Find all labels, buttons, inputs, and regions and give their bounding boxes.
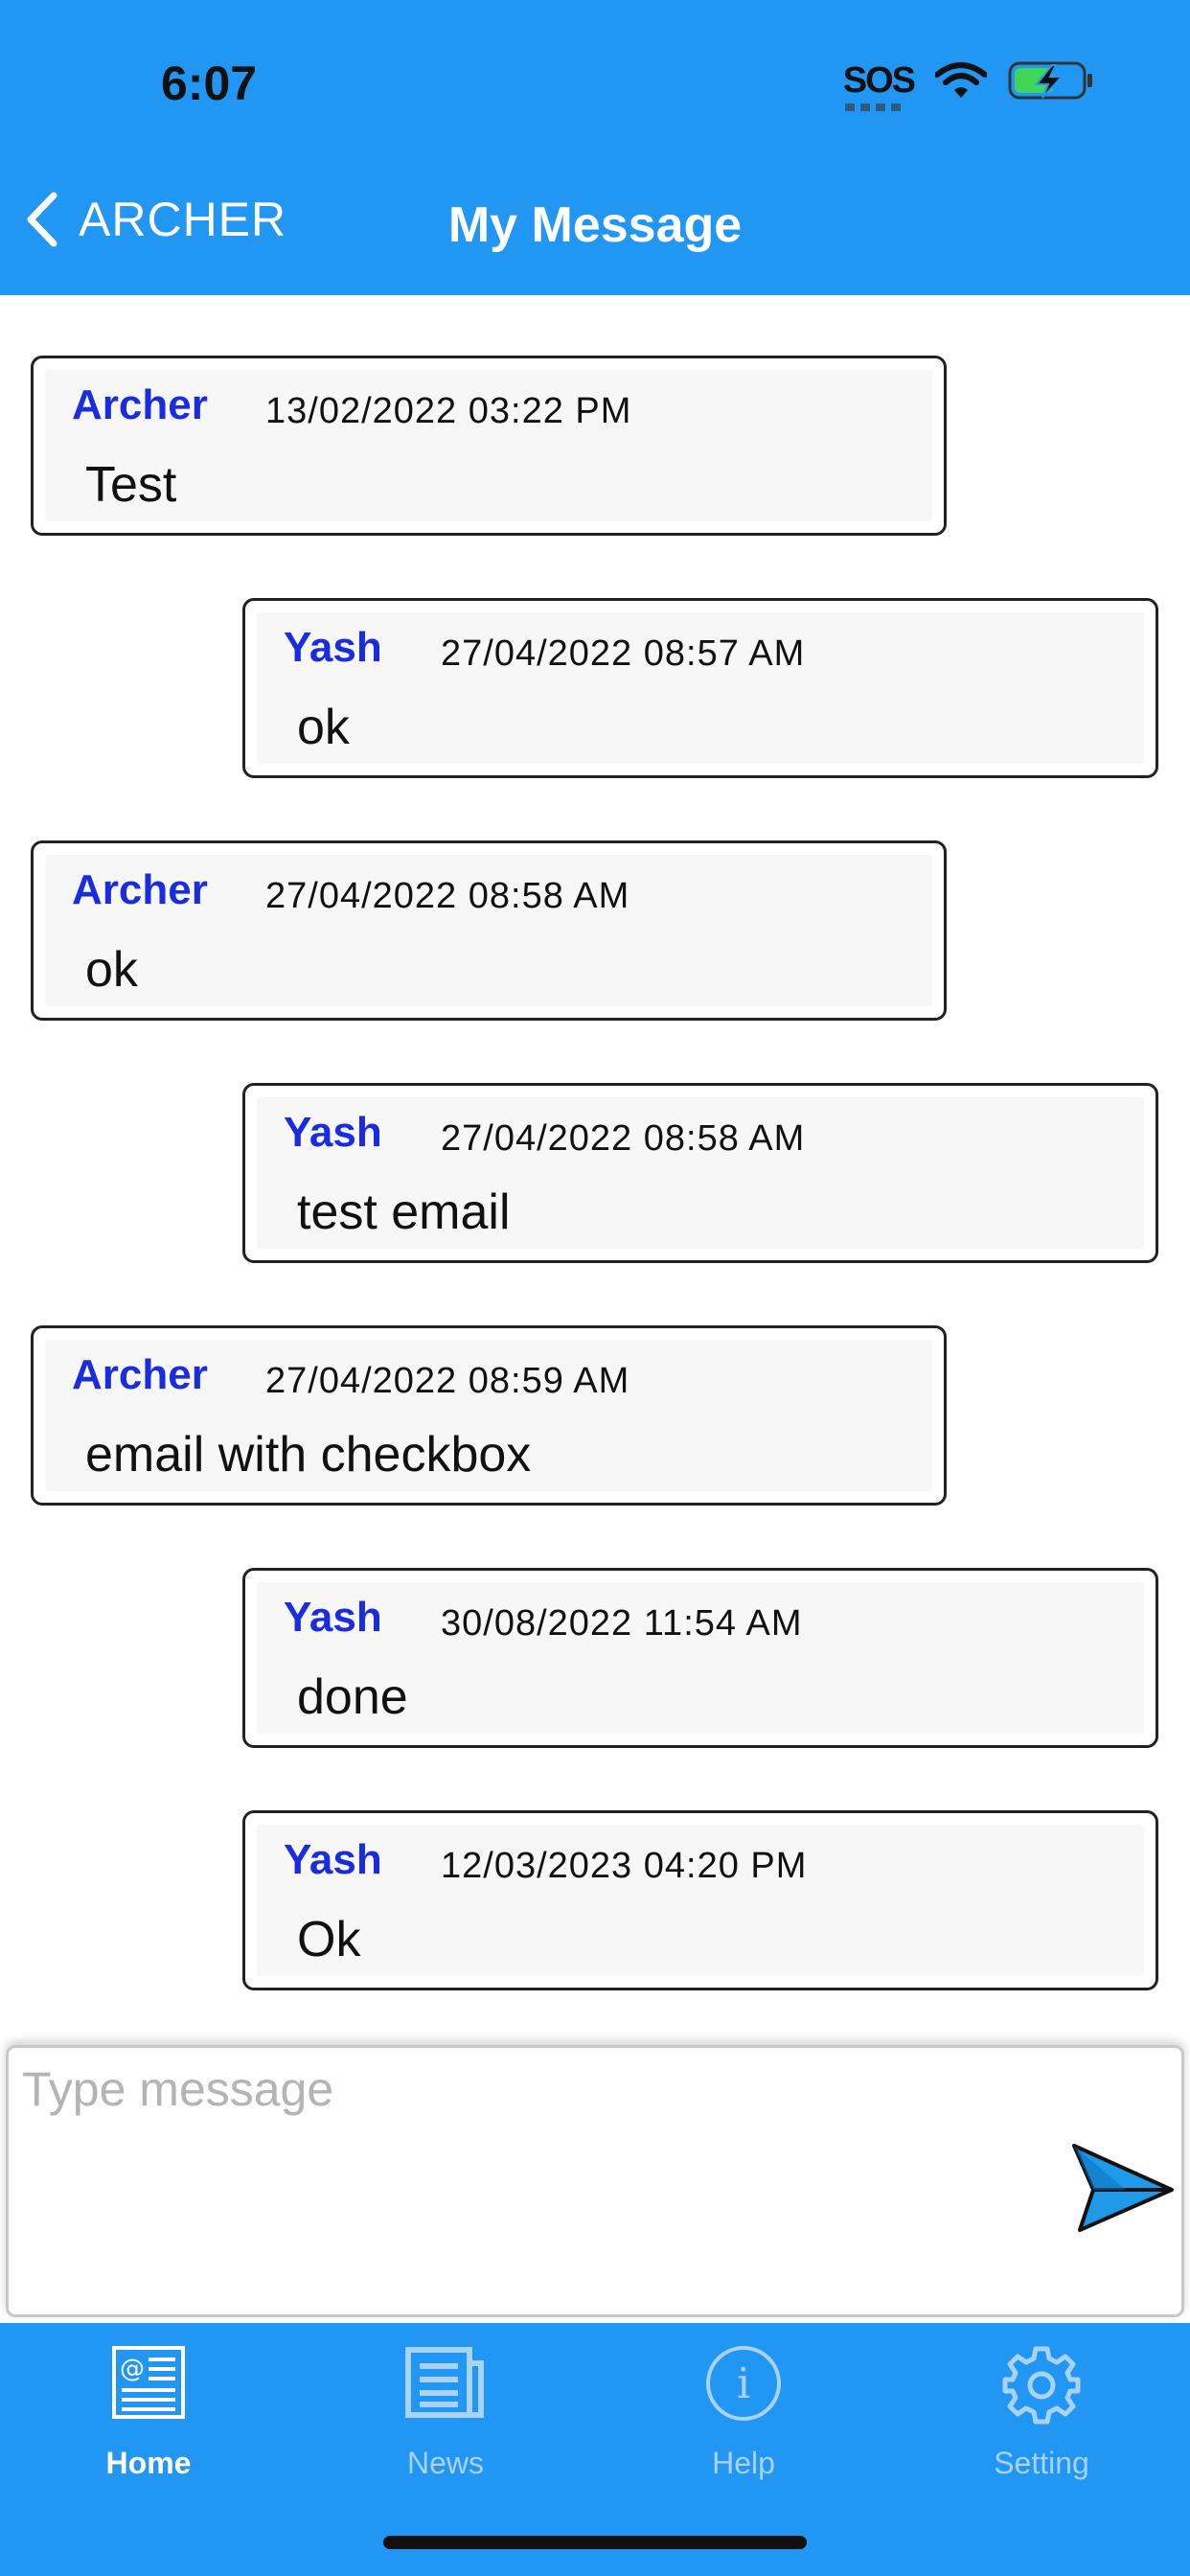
message-bubble: Archer 13/02/2022 03:22 PM Test <box>31 356 947 536</box>
home-indicator <box>383 2536 807 2549</box>
battery-charging-icon <box>1008 61 1092 100</box>
sender-name: Archer <box>72 1351 208 1398</box>
message-bubble: Yash 30/08/2022 11:54 AM done <box>242 1568 1158 1748</box>
message-timestamp: 13/02/2022 03:22 PM <box>265 391 632 431</box>
message-text: test email <box>297 1184 511 1240</box>
tab-help[interactable]: i Help <box>595 2323 892 2505</box>
sos-label: SOS <box>842 60 916 101</box>
tab-label: News <box>406 2446 484 2480</box>
message-text: done <box>297 1669 408 1725</box>
home-newspaper-icon: @ <box>112 2346 185 2419</box>
message-bubble: Yash 27/04/2022 08:58 AM test email <box>242 1083 1158 1263</box>
sender-name: Archer <box>72 381 208 428</box>
news-icon <box>405 2347 484 2418</box>
svg-text:i: i <box>737 2359 750 2408</box>
message-bubble: Yash 12/03/2023 04:20 PM Ok <box>242 1810 1158 1990</box>
header: 6:07 SOS ARCHER My Message <box>0 0 1190 295</box>
message-input[interactable] <box>22 2061 1057 2301</box>
message-list[interactable]: Archer 13/02/2022 03:22 PM Test Yash 27/… <box>0 295 1190 2045</box>
tab-label: Home <box>105 2446 192 2480</box>
message-timestamp: 27/04/2022 08:58 AM <box>265 876 630 916</box>
message-bubble: Archer 27/04/2022 08:58 AM ok <box>31 840 947 1021</box>
message-composer <box>6 2045 1184 2317</box>
signal-dots <box>844 104 906 111</box>
chat-screen: 6:07 SOS ARCHER My Message Archer 13/02/… <box>0 0 1190 2576</box>
sender-name: Yash <box>284 1109 382 1156</box>
message-timestamp: 12/03/2023 04:20 PM <box>441 1846 808 1886</box>
message-timestamp: 27/04/2022 08:58 AM <box>441 1118 806 1159</box>
message-text: Test <box>85 457 177 513</box>
tab-setting[interactable]: Setting <box>893 2323 1190 2505</box>
sender-name: Yash <box>284 1836 382 1883</box>
sos-indicator: SOS <box>842 60 916 111</box>
message-bubble: Yash 27/04/2022 08:57 AM ok <box>242 598 1158 778</box>
tab-label: Setting <box>994 2446 1089 2480</box>
tab-news[interactable]: News <box>297 2323 594 2505</box>
status-icons: SOS <box>842 59 1094 111</box>
info-icon: i <box>706 2346 781 2421</box>
message-text: email with checkbox <box>85 1427 532 1483</box>
page-title: My Message <box>447 197 743 253</box>
status-time: 6:07 <box>161 57 258 110</box>
svg-text:@: @ <box>120 2355 145 2383</box>
tab-label: Help <box>712 2446 775 2480</box>
message-timestamp: 30/08/2022 11:54 AM <box>441 1603 803 1644</box>
gear-icon <box>1002 2346 1081 2425</box>
message-text: ok <box>297 700 350 755</box>
wifi-icon <box>935 62 987 98</box>
tab-home[interactable]: @ Home <box>0 2323 297 2505</box>
message-text: ok <box>85 942 138 998</box>
send-icon[interactable] <box>1068 2140 1176 2236</box>
message-bubble: Archer 27/04/2022 08:59 AM email with ch… <box>31 1325 947 1506</box>
message-text: Ok <box>297 1912 361 1967</box>
sender-name: Yash <box>284 624 382 671</box>
sender-name: Archer <box>72 866 208 913</box>
message-timestamp: 27/04/2022 08:59 AM <box>265 1361 630 1401</box>
message-timestamp: 27/04/2022 08:57 AM <box>441 633 806 674</box>
sender-name: Yash <box>284 1594 382 1641</box>
